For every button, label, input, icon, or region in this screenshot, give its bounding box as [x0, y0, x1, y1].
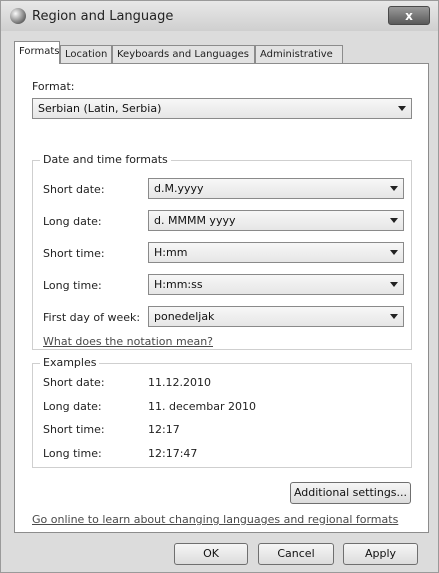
apply-button[interactable]: Apply: [343, 543, 418, 565]
formats-panel: Format: Serbian (Latin, Serbia) Date and…: [14, 63, 429, 533]
short-date-label: Short date:: [43, 183, 105, 196]
example-short-date-value: 11.12.2010: [148, 376, 211, 389]
date-time-formats-title: Date and time formats: [40, 153, 171, 166]
long-time-dropdown[interactable]: H:mm:ss: [148, 274, 404, 295]
long-date-dropdown[interactable]: d. MMMM yyyy: [148, 210, 404, 231]
short-date-value: d.M.yyyy: [154, 182, 204, 195]
chevron-down-icon: [390, 186, 398, 191]
example-long-date-label: Long date:: [43, 400, 102, 413]
chevron-down-icon: [398, 106, 406, 111]
short-time-value: H:mm: [154, 246, 188, 259]
chevron-down-icon: [390, 282, 398, 287]
long-date-label: Long date:: [43, 215, 102, 228]
example-short-date-label: Short date:: [43, 376, 105, 389]
ok-button[interactable]: OK: [174, 543, 248, 565]
example-long-time-value: 12:17:47: [148, 447, 198, 460]
long-time-value: H:mm:ss: [154, 278, 203, 291]
short-time-dropdown[interactable]: H:mm: [148, 242, 404, 263]
title-bar: Region and Language x: [1, 1, 438, 31]
example-long-date-value: 11. decembar 2010: [148, 400, 257, 413]
tab-location[interactable]: Location: [60, 45, 112, 63]
region-language-dialog: Region and Language x Formats Location K…: [0, 0, 439, 573]
date-time-formats-group: Date and time formats Short date: d.M.yy…: [32, 153, 412, 350]
example-short-time-label: Short time:: [43, 423, 105, 436]
cancel-button[interactable]: Cancel: [258, 543, 334, 565]
example-long-time-label: Long time:: [43, 447, 102, 460]
tab-keyboards-and-languages[interactable]: Keyboards and Languages: [112, 45, 255, 63]
first-day-of-week-label: First day of week:: [43, 311, 141, 324]
examples-title: Examples: [40, 356, 100, 369]
chevron-down-icon: [390, 250, 398, 255]
first-day-of-week-dropdown[interactable]: ponedeljak: [148, 306, 404, 327]
first-day-of-week-value: ponedeljak: [154, 310, 215, 323]
notation-help-link[interactable]: What does the notation mean?: [43, 335, 213, 348]
short-date-dropdown[interactable]: d.M.yyyy: [148, 178, 404, 199]
examples-group: Examples Short date: 11.12.2010 Long dat…: [32, 356, 412, 468]
chevron-down-icon: [390, 218, 398, 223]
globe-icon: [10, 8, 26, 24]
example-short-time-value: 12:17: [148, 423, 180, 436]
additional-settings-button[interactable]: Additional settings...: [290, 482, 411, 504]
format-value: Serbian (Latin, Serbia): [38, 102, 162, 115]
long-date-value: d. MMMM yyyy: [154, 214, 236, 227]
window-title: Region and Language: [32, 9, 174, 24]
format-label: Format:: [32, 80, 75, 93]
long-time-label: Long time:: [43, 279, 102, 292]
short-time-label: Short time:: [43, 247, 105, 260]
chevron-down-icon: [390, 314, 398, 319]
tab-administrative[interactable]: Administrative: [255, 45, 343, 63]
format-dropdown[interactable]: Serbian (Latin, Serbia): [32, 98, 412, 119]
close-button[interactable]: x: [388, 6, 430, 25]
go-online-link[interactable]: Go online to learn about changing langua…: [32, 513, 398, 526]
tab-formats[interactable]: Formats: [14, 41, 60, 64]
